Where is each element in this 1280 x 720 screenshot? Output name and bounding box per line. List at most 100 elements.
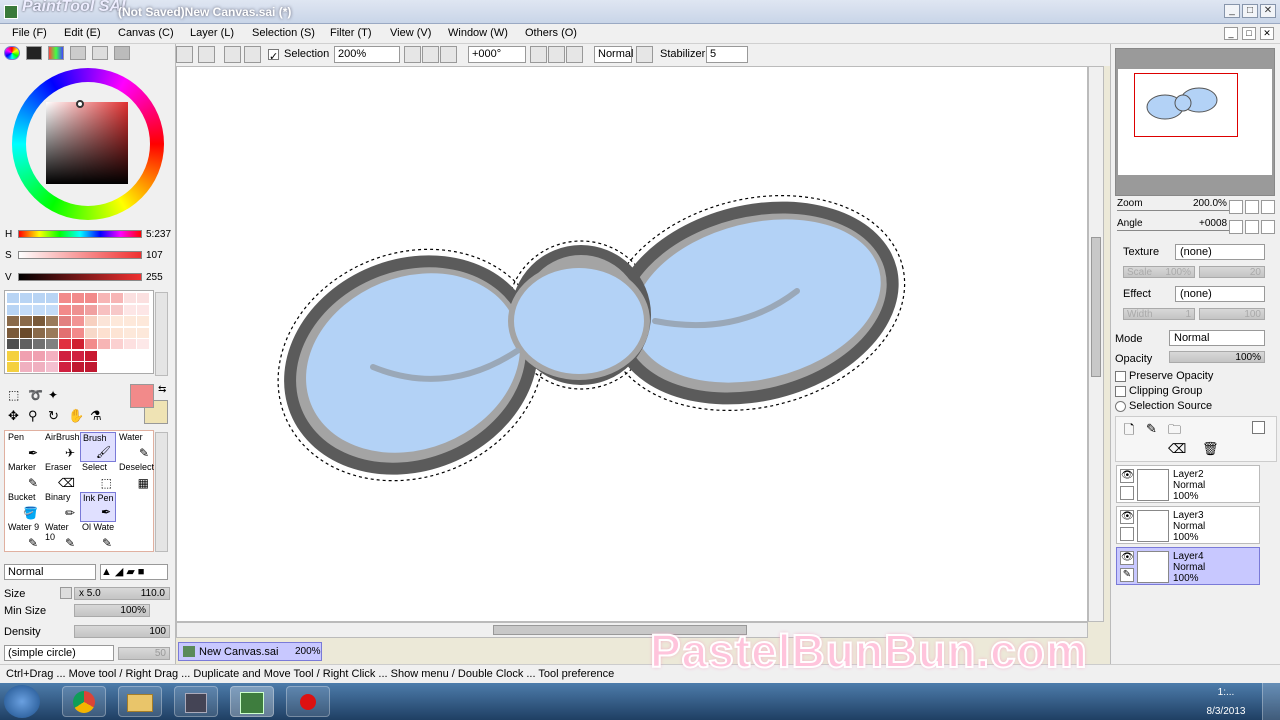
navigator-preview[interactable] (1115, 48, 1275, 196)
color-swatch[interactable] (85, 293, 97, 303)
color-swatch[interactable] (72, 350, 84, 361)
color-swatches[interactable] (4, 290, 154, 374)
color-swatch[interactable] (72, 316, 84, 326)
color-swatch[interactable] (124, 293, 136, 303)
texture-select[interactable]: (none) (1175, 244, 1265, 260)
nav-rotate-left-button[interactable] (1229, 220, 1243, 234)
visibility-eye-icon[interactable]: 👁 (1120, 551, 1134, 565)
layer-mask-icon[interactable] (1252, 421, 1265, 434)
min-size-slider[interactable]: 100% (74, 604, 150, 617)
visibility-eye-icon[interactable]: 👁 (1120, 510, 1134, 524)
color-swatch[interactable] (111, 293, 123, 303)
color-swatch[interactable] (46, 304, 58, 315)
menu-view[interactable]: View (V) (390, 27, 431, 39)
tool-deselect[interactable]: Deselect ▦ (117, 462, 154, 492)
saturation-value-square[interactable] (46, 102, 128, 184)
color-swatch[interactable] (33, 362, 45, 372)
invert-selection-button[interactable] (244, 46, 261, 63)
zoom-in-button[interactable] (422, 46, 439, 63)
color-swatch[interactable] (59, 350, 71, 361)
color-swatch[interactable] (59, 304, 71, 315)
color-swatch[interactable] (137, 362, 149, 372)
color-swatch[interactable] (98, 339, 110, 349)
eyedropper-icon[interactable]: ⚗ (90, 408, 102, 424)
color-swatch[interactable] (72, 362, 84, 372)
minimize-button[interactable]: _ (1224, 4, 1240, 18)
menu-others[interactable]: Others (O) (525, 27, 577, 39)
color-swatch[interactable] (33, 293, 45, 303)
color-swatch[interactable] (98, 304, 110, 315)
rotate-right-button[interactable] (548, 46, 565, 63)
menu-layer[interactable]: Layer (L) (190, 27, 234, 39)
new-layer-icon[interactable]: 🗋 (1124, 421, 1134, 443)
color-swatch[interactable] (137, 327, 149, 338)
nav-rotate-right-button[interactable] (1245, 220, 1259, 234)
nav-zoom-in-button[interactable] (1245, 200, 1259, 214)
value-slider[interactable] (18, 273, 142, 281)
recorder-taskbar-icon[interactable] (286, 686, 330, 717)
drawing-canvas[interactable] (176, 66, 1088, 622)
color-swatch[interactable] (124, 316, 136, 326)
selection-source-checkbox[interactable]: Selection Source (1115, 400, 1212, 412)
color-swatch[interactable] (85, 327, 97, 338)
document-tab[interactable]: New Canvas.sai 200% (178, 642, 322, 661)
color-swatch[interactable] (20, 316, 32, 326)
size-slider[interactable]: x 5.0 110.0 (74, 587, 170, 600)
delete-layer-icon[interactable]: 🗑 (1202, 441, 1219, 457)
rotate-reset-button[interactable] (566, 46, 583, 63)
zoom-select[interactable]: 200% (334, 46, 400, 63)
zoom-out-button[interactable] (404, 46, 421, 63)
color-swatch[interactable] (59, 339, 71, 349)
new-linework-layer-icon[interactable]: ✎ (1146, 421, 1157, 437)
mdi-close-button[interactable]: ✕ (1260, 27, 1274, 40)
color-swatch[interactable] (7, 316, 19, 326)
menu-edit[interactable]: Edit (E) (64, 27, 101, 39)
color-swatch[interactable] (85, 304, 97, 315)
color-picker-handle[interactable] (76, 100, 84, 108)
selection-checkbox[interactable]: ✓ (268, 48, 279, 63)
color-swatch[interactable] (33, 327, 45, 338)
zoom-tool-icon[interactable]: ⚲ (28, 408, 38, 424)
sai-taskbar-icon[interactable] (230, 686, 274, 717)
clipping-group-checkbox[interactable]: Clipping Group (1115, 385, 1202, 397)
layer-row-layer2[interactable]: 👁 Layer2 Normal 100% (1116, 465, 1260, 503)
nav-rotate-reset-button[interactable] (1261, 220, 1275, 234)
nav-angle-slider[interactable] (1117, 230, 1229, 234)
flip-button[interactable] (636, 46, 653, 63)
color-swatch[interactable] (124, 350, 136, 361)
color-swatch[interactable] (137, 350, 149, 361)
color-swatch[interactable] (124, 362, 136, 372)
color-wheel-mode-button[interactable] (4, 46, 20, 60)
menu-canvas[interactable]: Canvas (C) (118, 27, 174, 39)
tool-water-10[interactable]: Water 10 ✎ (43, 522, 79, 552)
texture-scale-slider[interactable]: Scale 100% (1123, 266, 1195, 278)
color-swatch[interactable] (20, 327, 32, 338)
magic-wand-icon[interactable]: ✦ (48, 388, 58, 402)
tool-brush[interactable]: Brush 🖌 (80, 432, 116, 462)
canvas-vscroll-thumb[interactable] (1091, 237, 1101, 377)
color-swatch[interactable] (72, 304, 84, 315)
saturation-slider[interactable] (18, 251, 142, 259)
tool-eraser[interactable]: Eraser ⌫ (43, 462, 79, 492)
layer-brush-indicator-icon[interactable]: ✎ (1120, 568, 1134, 582)
color-swatch[interactable] (59, 293, 71, 303)
app-taskbar-icon[interactable] (174, 686, 218, 717)
color-swatch[interactable] (20, 362, 32, 372)
layer-lock-toggle[interactable] (1120, 527, 1134, 541)
swatch-mode-button[interactable] (70, 46, 86, 60)
move-icon[interactable]: ✥ (8, 408, 19, 424)
lasso-icon[interactable]: ➰ (28, 388, 43, 402)
swatches-scrollbar[interactable] (155, 292, 168, 376)
effect-strength-slider[interactable]: 100 (1199, 308, 1265, 320)
color-swatch[interactable] (111, 316, 123, 326)
hsv-slider-mode-button[interactable] (48, 46, 64, 60)
color-swatch[interactable] (137, 304, 149, 315)
canvas-vertical-scrollbar[interactable] (1088, 66, 1104, 622)
color-swatch[interactable] (111, 327, 123, 338)
color-swatch[interactable] (46, 339, 58, 349)
undo-button[interactable] (176, 46, 193, 63)
color-swatch[interactable] (98, 293, 110, 303)
color-swatch[interactable] (98, 362, 110, 372)
layer-mode-select[interactable]: Normal (1169, 330, 1265, 346)
color-swatch[interactable] (98, 316, 110, 326)
